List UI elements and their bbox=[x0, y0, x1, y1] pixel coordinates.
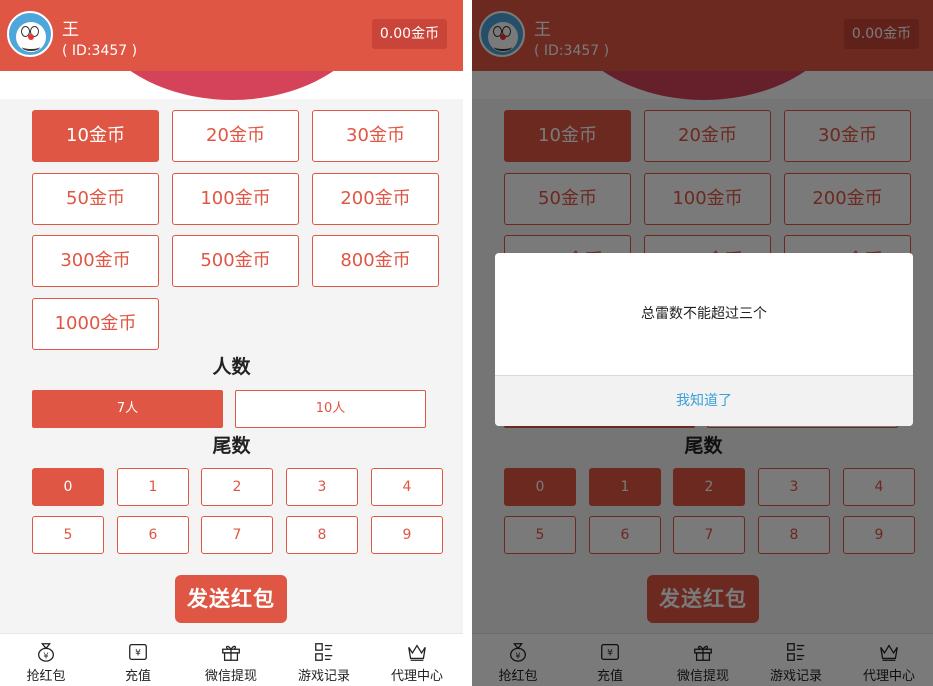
crown-icon bbox=[406, 641, 428, 663]
amount-option[interactable]: 800金币 bbox=[312, 235, 439, 287]
dialog-message: 总雷数不能超过三个 bbox=[641, 306, 767, 322]
people-option[interactable]: 7人 bbox=[32, 390, 223, 428]
money-bag-icon: ¥ bbox=[35, 641, 57, 663]
nav-label: 微信提现 bbox=[204, 669, 257, 684]
tail-option[interactable]: 6 bbox=[117, 516, 189, 554]
amount-option[interactable]: 100金币 bbox=[172, 173, 299, 225]
tail-option[interactable]: 3 bbox=[286, 468, 358, 506]
record-list-icon bbox=[313, 641, 335, 663]
nav-label: 游戏记录 bbox=[297, 669, 350, 684]
nav-label: 代理中心 bbox=[390, 669, 443, 684]
nav-item[interactable]: 微信提现 bbox=[185, 634, 277, 686]
people-count-title: 人数 bbox=[212, 356, 251, 378]
recharge-icon: ¥ bbox=[127, 641, 149, 663]
tail-option[interactable]: 0 bbox=[32, 468, 104, 506]
balance-badge[interactable]: 0.00金币 bbox=[372, 19, 447, 49]
doraemon-avatar-icon[interactable] bbox=[7, 11, 53, 57]
nav-label: 抢红包 bbox=[26, 669, 66, 684]
amount-option[interactable]: 10金币 bbox=[32, 110, 159, 162]
dialog-confirm-button[interactable]: 我知道了 bbox=[495, 375, 913, 426]
amount-option[interactable]: 1000金币 bbox=[32, 298, 159, 350]
red-packet-screen: 王( ID:3457 ) 0.00金币 10金币 20金币 30金币 50金币 100金币 2… bbox=[0, 0, 463, 686]
tail-option[interactable]: 9 bbox=[371, 516, 443, 554]
user-name: 王 bbox=[62, 20, 79, 40]
tail-option[interactable]: 2 bbox=[201, 468, 273, 506]
tail-option[interactable]: 8 bbox=[286, 516, 358, 554]
user-id: ( ID:3457 ) bbox=[62, 43, 138, 59]
nav-item[interactable]: 代理中心 bbox=[371, 634, 463, 686]
nav-label: 充值 bbox=[124, 669, 151, 684]
svg-text:¥: ¥ bbox=[135, 648, 141, 659]
tail-option[interactable]: 5 bbox=[32, 516, 104, 554]
amount-option[interactable]: 20金币 bbox=[172, 110, 299, 162]
bottom-nav: ¥ 抢红包 ¥ 充值 微信提现 游戏记录 代理中心 bbox=[0, 633, 463, 686]
amount-option[interactable]: 30金币 bbox=[312, 110, 439, 162]
nav-item[interactable]: ¥ 抢红包 bbox=[0, 634, 92, 686]
red-packet-screen-with-dialog: 王( ID:3457 )0.00金币10金币20金币30金币50金币100金币2… bbox=[472, 0, 933, 686]
header-bar: 王 ( ID:3457 ) 0.00金币 bbox=[0, 0, 463, 71]
amount-option[interactable]: 300金币 bbox=[32, 235, 159, 287]
amount-option[interactable]: 200金币 bbox=[312, 173, 439, 225]
send-red-packet-button[interactable]: 发送红包 bbox=[175, 575, 287, 623]
tail-option[interactable]: 7 bbox=[201, 516, 273, 554]
svg-text:¥: ¥ bbox=[43, 650, 48, 660]
tail-option[interactable]: 1 bbox=[117, 468, 189, 506]
amount-option[interactable]: 50金币 bbox=[32, 173, 159, 225]
nav-item[interactable]: 游戏记录 bbox=[278, 634, 370, 686]
nav-item[interactable]: ¥ 充值 bbox=[92, 634, 184, 686]
tail-number-title: 尾数 bbox=[212, 435, 251, 457]
amount-option[interactable]: 500金币 bbox=[172, 235, 299, 287]
people-option[interactable]: 10人 bbox=[235, 390, 426, 428]
alert-dialog: 总雷数不能超过三个我知道了 bbox=[495, 253, 913, 426]
tail-option[interactable]: 4 bbox=[371, 468, 443, 506]
gift-icon bbox=[220, 641, 242, 663]
